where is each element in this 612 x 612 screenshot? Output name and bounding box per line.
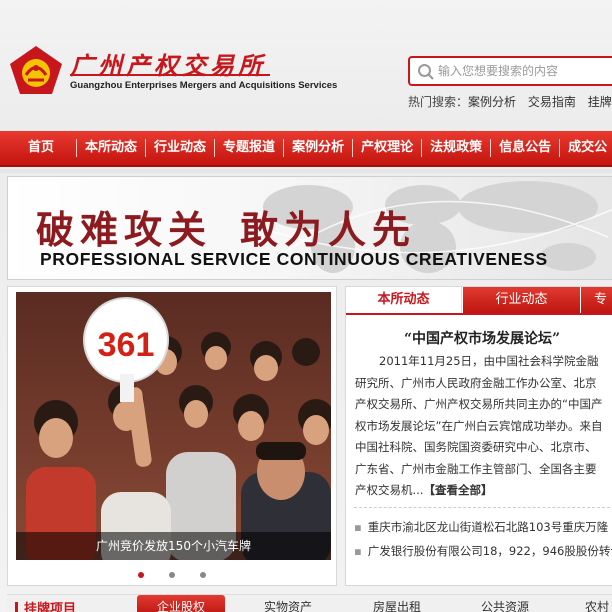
nav-item-home[interactable]: 首页 (14, 139, 76, 157)
tab-rural[interactable]: 农村 (585, 598, 609, 612)
nav-item-news[interactable]: 本所动态 (76, 139, 145, 157)
news-body-text: 2011年11月25日，由中国社会科学院金融研究所、广州市人民政府金融工作办公室… (355, 354, 603, 497)
nav-item-theory[interactable]: 产权理论 (352, 139, 421, 157)
bullet-icon: ▪ (354, 520, 362, 534)
banner-headline: 破难攻关 敢为人先 (36, 199, 416, 254)
nav-item-cases[interactable]: 案例分析 (283, 139, 352, 157)
tab-physical-assets[interactable]: 实物资产 (264, 598, 312, 612)
nav-item-deals[interactable]: 成交公 (559, 139, 612, 157)
tab-equity[interactable]: 企业股权 (137, 595, 226, 612)
logo-underline (70, 74, 270, 76)
listing-title: 挂牌项目 (15, 598, 76, 612)
news-list-item[interactable]: ▪ 广发银行股份有限公司18，922，946股股份转让 (354, 539, 612, 563)
search-input[interactable] (438, 61, 612, 81)
main-nav: 首页 本所动态 行业动态 专题报道 案例分析 产权理论 法规政策 信息公告 成交… (0, 131, 612, 167)
paddle-number: 361 (98, 326, 155, 364)
hot-link-cases[interactable]: 案例分析 (468, 95, 516, 109)
logo-icon[interactable] (8, 44, 64, 96)
news-body: 2011年11月25日，由中国社会科学院金融研究所、广州市人民政府金融工作办公室… (355, 351, 607, 502)
slideshow-photo[interactable]: 361 广州竞价发放150个小汽车牌 (16, 292, 331, 560)
search-icon[interactable] (417, 63, 435, 81)
news-panel: 本所动态 行业动态专 “中国产权市场发展论坛” 2011年11月25日，由中国社会… (345, 286, 612, 586)
tab-public-resources[interactable]: 公共资源 (481, 598, 529, 612)
news-headline[interactable]: “中国产权市场发展论坛” (346, 328, 612, 348)
slide-dots (8, 563, 336, 582)
slide-dot-3[interactable] (200, 572, 207, 578)
auction-photo: 361 (16, 292, 331, 560)
slide-dot-2[interactable] (169, 572, 175, 578)
bullet-icon: ▪ (354, 544, 362, 558)
tab-property-rental[interactable]: 房屋出租 (373, 598, 421, 612)
nav-item-features[interactable]: 专题报道 (214, 139, 283, 157)
hot-search: 热门搜索：案例分析 交易指南 挂牌 (408, 93, 612, 110)
slide-caption[interactable]: 广州竞价发放150个小汽车牌 (16, 537, 331, 554)
nav-item-policy[interactable]: 法规政策 (421, 139, 490, 157)
news-divider (354, 507, 610, 508)
banner-tagline: PROFESSIONAL SERVICE CONTINUOUS CREATIVE… (40, 249, 548, 269)
page: 广州产权交易所 Guangzhou Enterprises Mergers an… (0, 0, 612, 612)
slideshow-panel: 361 广州竞价发放150个小汽车牌 (7, 286, 337, 586)
banner[interactable]: 破难攻关 敢为人先 PROFESSIONAL SERVICE CONTINUOUS… (7, 176, 612, 280)
nav-divider (0, 169, 612, 173)
listing-bar: 挂牌项目 企业股权 实物资产 房屋出租 公共资源 农村 (7, 594, 612, 612)
news-list-item[interactable]: ▪ 重庆市渝北区龙山街道松石北路103号重庆万隆 (354, 515, 612, 539)
search-box[interactable] (408, 56, 612, 86)
hot-link-guide[interactable]: 交易指南 (528, 95, 576, 109)
hot-link-listing[interactable]: 挂牌 (588, 95, 612, 109)
logo-subtitle: Guangzhou Enterprises Mergers and Acquis… (70, 80, 338, 91)
news-tabs: 本所动态 行业动态专 (346, 287, 612, 315)
nav-item-industry[interactable]: 行业动态 (145, 139, 214, 157)
banner-headline-left: 破难攻关 (36, 207, 213, 252)
banner-headline-right: 敢为人先 (240, 207, 417, 252)
nav-item-notices[interactable]: 信息公告 (490, 139, 559, 157)
tab-institution-news[interactable]: 本所动态 (346, 287, 462, 313)
tab-features[interactable]: 专 (580, 287, 612, 313)
slide-dot-1[interactable] (137, 572, 144, 578)
header: 广州产权交易所 Guangzhou Enterprises Mergers an… (0, 0, 612, 130)
news-list: ▪ 重庆市渝北区龙山街道松石北路103号重庆万隆 ▪ 广发银行股份有限公司18，92… (354, 515, 612, 563)
tab-industry-news[interactable]: 行业动态 (462, 287, 580, 313)
hot-search-label: 热门搜索： (408, 95, 469, 109)
view-all-link[interactable]: 【查看全部】 (423, 483, 492, 497)
